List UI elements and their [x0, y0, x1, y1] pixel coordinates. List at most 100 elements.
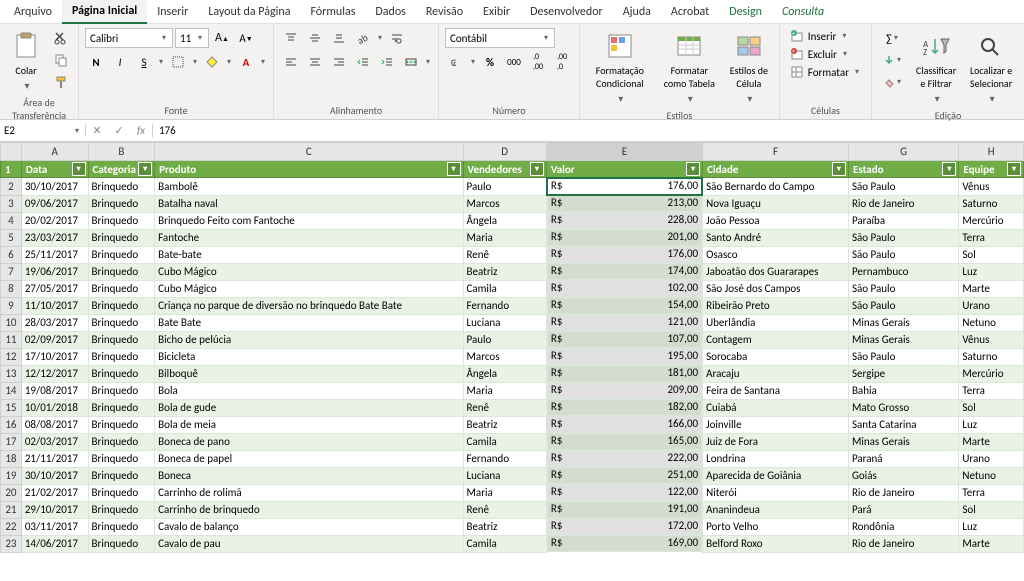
cell[interactable]: Fernando — [463, 297, 546, 314]
row-header[interactable]: 20 — [1, 484, 22, 501]
cell[interactable]: Carrinho de brinquedo — [155, 501, 463, 518]
cell[interactable]: Batalha naval — [155, 195, 463, 212]
cell[interactable]: Urano — [959, 297, 1024, 314]
find-select-button[interactable]: Localizar e Selecionar▾ — [964, 28, 1018, 107]
align-left-button[interactable] — [280, 52, 302, 72]
cell[interactable]: Rio de Janeiro — [848, 195, 958, 212]
table-row[interactable]: 2021/02/2017BrinquedoCarrinho de rolimãM… — [1, 484, 1024, 501]
cell[interactable]: R$121,00 — [547, 314, 702, 331]
cell[interactable]: R$172,00 — [547, 518, 702, 535]
row-header[interactable]: 23 — [1, 535, 22, 552]
table-row[interactable]: 523/03/2017BrinquedoFantocheMariaR$201,0… — [1, 229, 1024, 246]
increase-decimal-button[interactable]: ,0,00 — [527, 52, 549, 72]
menu-item-design[interactable]: Design — [719, 1, 772, 23]
row-header[interactable]: 18 — [1, 450, 22, 467]
clear-button[interactable]: ▾ — [878, 72, 908, 92]
cell[interactable]: Luciana — [463, 467, 546, 484]
cell[interactable]: Sorocaba — [703, 348, 849, 365]
cell[interactable]: Bahia — [848, 382, 958, 399]
column-header-H[interactable]: H — [959, 143, 1024, 161]
cell[interactable]: Rio de Janeiro — [848, 484, 958, 501]
menu-item-dados[interactable]: Dados — [365, 1, 415, 23]
cell[interactable]: Urano — [959, 450, 1024, 467]
percent-button[interactable]: % — [479, 52, 501, 72]
cell[interactable]: Londrina — [703, 450, 849, 467]
insert-cells-button[interactable]: +Inserir▾ — [786, 28, 865, 44]
cell[interactable]: Rio de Janeiro — [848, 535, 958, 552]
cell[interactable]: R$195,00 — [547, 348, 702, 365]
align-center-button[interactable] — [304, 52, 326, 72]
cell[interactable]: Beatriz — [463, 263, 546, 280]
table-row[interactable]: 230/10/2017BrinquedoBambolêPauloR$176,00… — [1, 178, 1024, 196]
column-header-E[interactable]: E — [546, 143, 702, 161]
cell[interactable]: Brinquedo — [88, 348, 155, 365]
menu-item-acrobat[interactable]: Acrobat — [661, 1, 719, 23]
cell[interactable]: São Paulo — [848, 297, 958, 314]
cell[interactable]: R$181,00 — [547, 365, 702, 382]
table-header-data[interactable]: Data — [21, 161, 88, 178]
cell[interactable]: Boneca — [155, 467, 463, 484]
cell[interactable]: R$165,00 — [547, 433, 702, 450]
sort-filter-button[interactable]: AZ Classificar e Filtrar▾ — [912, 28, 960, 107]
align-middle-button[interactable] — [304, 28, 326, 48]
table-row[interactable]: 1608/08/2017BrinquedoBola de meiaBeatriz… — [1, 416, 1024, 433]
table-row[interactable]: 827/05/2017BrinquedoCubo MágicoCamilaR$1… — [1, 280, 1024, 297]
cell[interactable]: São Paulo — [848, 178, 958, 196]
cell[interactable]: Boneca de papel — [155, 450, 463, 467]
cell[interactable]: Camila — [463, 535, 546, 552]
table-header-equipe[interactable]: Equipe — [959, 161, 1024, 178]
row-header[interactable]: 17 — [1, 433, 22, 450]
cell[interactable]: 14/06/2017 — [21, 535, 88, 552]
menu-item-inserir[interactable]: Inserir — [147, 1, 198, 23]
format-cells-button[interactable]: Formatar▾ — [786, 64, 865, 80]
menu-item-desenvolvedor[interactable]: Desenvolvedor — [520, 1, 613, 23]
row-header[interactable]: 11 — [1, 331, 22, 348]
cell[interactable]: 25/11/2017 — [21, 246, 88, 263]
cell[interactable]: 08/08/2017 — [21, 416, 88, 433]
cell[interactable]: Brinquedo — [88, 195, 155, 212]
cell[interactable]: 17/10/2017 — [21, 348, 88, 365]
cell[interactable]: Porto Velho — [703, 518, 849, 535]
cell[interactable]: Maria — [463, 229, 546, 246]
cell[interactable]: Joinville — [703, 416, 849, 433]
cell[interactable]: São Paulo — [848, 280, 958, 297]
cell[interactable]: Marcos — [463, 195, 546, 212]
cell[interactable]: Minas Gerais — [848, 331, 958, 348]
cell[interactable]: R$228,00 — [547, 212, 702, 229]
row-header[interactable]: 5 — [1, 229, 22, 246]
cell[interactable]: Nova Iguaçu — [703, 195, 849, 212]
row-header[interactable]: 21 — [1, 501, 22, 518]
formula-input[interactable]: 176 — [153, 124, 1024, 137]
cell[interactable]: Marte — [959, 433, 1024, 450]
cell[interactable]: Brinquedo — [88, 501, 155, 518]
cell[interactable]: Beatriz — [463, 518, 546, 535]
cell[interactable]: Fantoche — [155, 229, 463, 246]
cell[interactable]: Fernando — [463, 450, 546, 467]
name-box[interactable]: E2▾ — [0, 124, 86, 137]
cell[interactable]: Brinquedo — [88, 178, 155, 196]
cell[interactable]: 19/06/2017 — [21, 263, 88, 280]
cell[interactable]: 28/03/2017 — [21, 314, 88, 331]
cell[interactable]: 12/12/2017 — [21, 365, 88, 382]
row-header[interactable]: 14 — [1, 382, 22, 399]
cell[interactable]: Luciana — [463, 314, 546, 331]
orientation-button[interactable]: ab — [352, 28, 374, 48]
cell[interactable]: Santo André — [703, 229, 849, 246]
cut-button[interactable] — [50, 28, 72, 48]
cell[interactable]: Brinquedo — [88, 212, 155, 229]
cell[interactable]: Bilboquê — [155, 365, 463, 382]
filter-button[interactable] — [942, 162, 956, 176]
cell[interactable]: São José dos Campos — [703, 280, 849, 297]
menu-item-ajuda[interactable]: Ajuda — [613, 1, 661, 23]
menu-item-consulta[interactable]: Consulta — [772, 1, 834, 23]
cell[interactable]: 29/10/2017 — [21, 501, 88, 518]
cell[interactable]: Mercúrio — [959, 212, 1024, 229]
cell[interactable]: Jaboatão dos Guararapes — [703, 263, 849, 280]
cell[interactable]: R$166,00 — [547, 416, 702, 433]
row-header[interactable]: 2 — [1, 178, 22, 196]
align-right-button[interactable] — [328, 52, 350, 72]
column-header-B[interactable]: B — [88, 143, 155, 161]
font-size-combo[interactable]: 11▾ — [175, 28, 209, 48]
delete-cells-button[interactable]: ×Excluir▾ — [786, 46, 865, 62]
cell[interactable]: Brinquedo — [88, 246, 155, 263]
